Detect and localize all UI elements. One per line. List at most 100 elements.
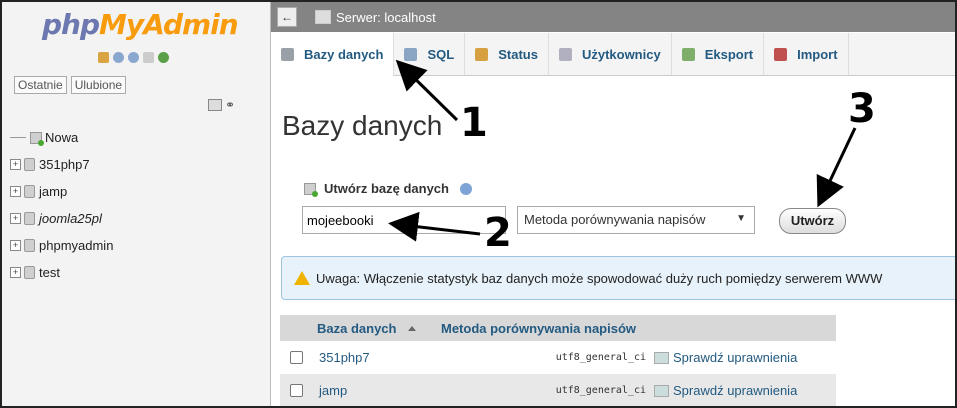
tree-item-new[interactable]: Nowa: [10, 124, 113, 151]
import-icon: [774, 47, 788, 61]
create-button[interactable]: Utwórz: [779, 208, 846, 234]
database-icon: [24, 158, 35, 171]
tab-label: Status: [498, 46, 538, 62]
header-label: Baza danych: [317, 320, 397, 336]
tree-item-label[interactable]: Nowa: [45, 130, 78, 145]
tree-item-label[interactable]: test: [39, 265, 60, 280]
tree-item-label[interactable]: phpmyadmin: [39, 238, 113, 253]
row-checkbox[interactable]: [290, 384, 303, 397]
tab-import[interactable]: Import: [764, 33, 849, 75]
tree-controls: ⚭: [208, 98, 235, 112]
tree-item-label[interactable]: joomla25pl: [39, 211, 102, 226]
link-icon[interactable]: ⚭: [225, 98, 235, 112]
tab-label: Użytkownicy: [581, 46, 661, 62]
tab-recent[interactable]: Ostatnie: [14, 76, 67, 94]
home-icon[interactable]: [98, 52, 109, 63]
tab-favorites[interactable]: Ulubione: [70, 76, 127, 94]
row-checkbox[interactable]: [290, 351, 303, 364]
collation-select-value: Metoda porównywania napisów: [524, 212, 706, 227]
database-name-link[interactable]: 351php7: [319, 350, 542, 365]
stats-warning-notice: Uwaga: Włączenie statystyk baz danych mo…: [281, 256, 955, 300]
help-icon[interactable]: [128, 52, 139, 63]
annotation-number-1: 1: [460, 100, 488, 146]
expand-icon[interactable]: +: [10, 240, 21, 251]
server-breadcrumb-bar: ← Serwer: localhost: [271, 2, 955, 32]
tab-databases[interactable]: Bazy danych: [271, 33, 395, 77]
tab-label: Import: [797, 46, 838, 62]
privileges-icon: [654, 351, 669, 364]
tree-item-label[interactable]: 351php7: [39, 157, 90, 172]
tree-item-351php7[interactable]: + 351php7: [10, 151, 113, 178]
collation-select[interactable]: Metoda porównywania napisów ▼: [517, 206, 755, 234]
privileges-icon: [654, 384, 669, 397]
dropdown-arrow-icon: ▼: [736, 213, 746, 224]
warning-icon: [294, 271, 310, 285]
reload-icon[interactable]: [158, 52, 169, 63]
recent-favorites-tabs: Ostatnie Ulubione: [14, 76, 127, 94]
databases-table: Baza danych Metoda porównywania napisów …: [280, 315, 836, 406]
check-privileges-label: Sprawdź uprawnienia: [673, 383, 798, 398]
nav-quick-icons: [98, 52, 169, 63]
tab-label: Bazy danych: [304, 46, 384, 62]
database-icon: [281, 47, 294, 61]
sql-icon: [404, 47, 418, 61]
tab-label: Eksport: [704, 46, 754, 62]
create-database-heading: Utwórz bazę danych: [304, 181, 472, 197]
help-icon[interactable]: [459, 182, 472, 195]
table-row: 351php7 utf8_general_ci Sprawdź uprawnie…: [280, 341, 836, 374]
database-icon: [24, 212, 35, 225]
expand-icon[interactable]: +: [10, 186, 21, 197]
database-icon: [24, 239, 35, 252]
tree-item-label[interactable]: jamp: [39, 184, 67, 199]
check-privileges-link[interactable]: Sprawdź uprawnienia: [654, 383, 797, 398]
column-header-database[interactable]: Baza danych: [317, 321, 441, 336]
collapse-all-icon[interactable]: [208, 99, 222, 111]
tab-export[interactable]: Eksport: [672, 33, 765, 75]
tree-item-jamp[interactable]: + jamp: [10, 178, 113, 205]
collation-value: utf8_general_ci: [555, 352, 646, 363]
table-row: jamp utf8_general_ci Sprawdź uprawnienia: [280, 374, 836, 406]
database-name-link[interactable]: jamp: [319, 383, 542, 398]
screenshot-frame: phpMyAdmin Ostatnie Ulubione ⚭ Nowa + 35…: [0, 0, 957, 408]
check-privileges-label: Sprawdź uprawnienia: [673, 350, 798, 365]
tree-connector: [10, 137, 26, 138]
create-database-label: Utwórz bazę danych: [324, 181, 449, 196]
database-icon: [24, 266, 35, 279]
page-title: Bazy danych: [282, 110, 443, 141]
status-chart-icon: [475, 47, 489, 61]
logout-icon[interactable]: [113, 52, 124, 63]
top-menu-tabs: Bazy danych SQL Status Użytkownicy Ekspo…: [271, 33, 955, 77]
annotation-number-3: 3: [848, 86, 876, 132]
tab-sql[interactable]: SQL: [394, 33, 466, 75]
navigation-panel: phpMyAdmin Ostatnie Ulubione ⚭ Nowa + 35…: [2, 2, 271, 406]
database-icon: [24, 185, 35, 198]
annotation-number-2: 2: [484, 210, 512, 256]
collation-value: utf8_general_ci: [555, 385, 646, 396]
server-breadcrumb[interactable]: Serwer: localhost: [336, 10, 436, 25]
check-privileges-link[interactable]: Sprawdź uprawnienia: [654, 350, 797, 365]
new-database-icon: [304, 182, 318, 197]
back-arrow-icon[interactable]: ←: [277, 7, 297, 27]
sort-ascending-icon: [408, 325, 417, 331]
phpmyadmin-logo[interactable]: phpMyAdmin: [42, 8, 239, 41]
tab-users[interactable]: Użytkownicy: [549, 33, 672, 75]
tree-item-test[interactable]: + test: [10, 259, 113, 286]
tree-item-phpmyadmin[interactable]: + phpmyadmin: [10, 232, 113, 259]
users-icon: [558, 47, 572, 61]
export-icon: [681, 47, 695, 61]
notice-text: Uwaga: Włączenie statystyk baz danych mo…: [316, 270, 883, 286]
expand-icon[interactable]: +: [10, 213, 21, 224]
arrow-3: [816, 127, 857, 208]
new-database-icon: [30, 131, 44, 146]
database-name-input[interactable]: [302, 206, 506, 234]
tab-status[interactable]: Status: [465, 33, 549, 75]
column-header-collation[interactable]: Metoda porównywania napisów: [441, 321, 836, 336]
expand-icon[interactable]: +: [10, 267, 21, 278]
database-tree: Nowa + 351php7 + jamp + joomla25pl + php…: [10, 124, 113, 286]
expand-icon[interactable]: +: [10, 159, 21, 170]
tab-label: SQL: [427, 46, 455, 62]
tree-item-joomla25pl[interactable]: + joomla25pl: [10, 205, 113, 232]
table-header: Baza danych Metoda porównywania napisów: [280, 315, 836, 341]
server-icon: [315, 10, 331, 24]
docs-icon[interactable]: [143, 52, 154, 63]
